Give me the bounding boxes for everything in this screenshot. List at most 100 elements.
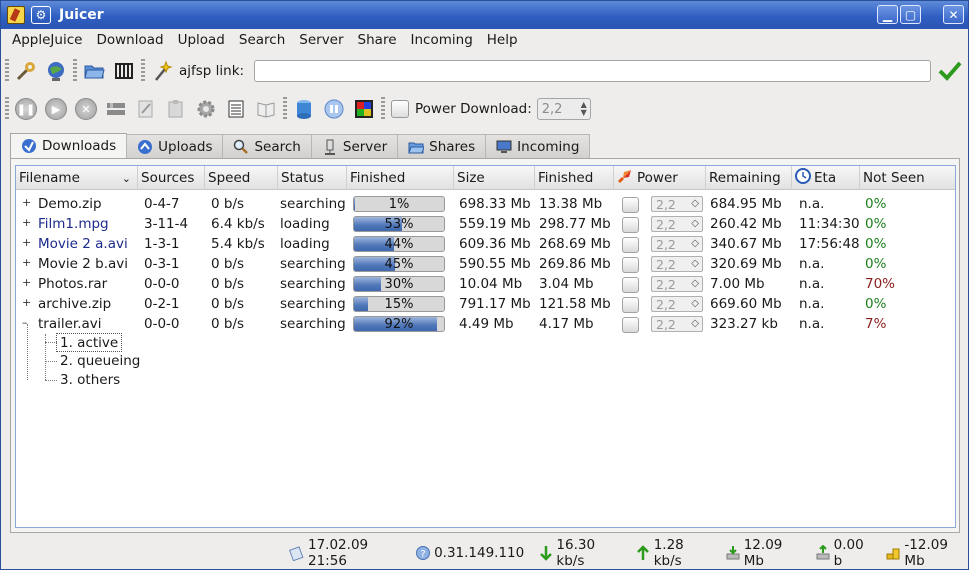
- col-eta[interactable]: Eta: [792, 166, 860, 190]
- book-icon[interactable]: [253, 96, 279, 122]
- menu-help[interactable]: Help: [480, 32, 525, 48]
- ajfsp-link-input[interactable]: [254, 60, 931, 82]
- power-spinbox[interactable]: 2,2 ◇: [651, 256, 703, 272]
- table-row[interactable]: + Film1.mpg 3-11-4 6.4 kb/s loading 53% 559.19…: [16, 214, 955, 234]
- network-globe-icon[interactable]: [43, 58, 69, 84]
- cancel-icon[interactable]: ✕: [75, 98, 97, 120]
- expand-icon[interactable]: +: [22, 197, 32, 208]
- subitem-others[interactable]: 3. others: [60, 372, 120, 388]
- power-checkbox[interactable]: [622, 297, 639, 313]
- expand-icon[interactable]: +: [22, 217, 32, 228]
- tab-server[interactable]: Server: [310, 134, 399, 158]
- menu-applejuice[interactable]: AppleJuice: [5, 32, 89, 48]
- pause-circle-icon[interactable]: [321, 96, 347, 122]
- col-remaining[interactable]: Remaining: [706, 166, 792, 190]
- tab-search[interactable]: Search: [222, 134, 312, 158]
- power-checkbox[interactable]: [622, 317, 639, 333]
- col-label: Power: [637, 170, 678, 186]
- toolbar-grip[interactable]: [5, 97, 9, 121]
- window-menu-icon[interactable]: ⚙: [31, 6, 51, 24]
- tab-incoming[interactable]: Incoming: [485, 134, 591, 158]
- col-filename[interactable]: Filename ⌄: [16, 166, 138, 190]
- col-not-seen[interactable]: Not Seen: [860, 166, 955, 190]
- spin-diamond-icon[interactable]: ◇: [691, 278, 699, 289]
- table-row[interactable]: + Movie 2 a.avi 1-3-1 5.4 kb/s loading 44% 609…: [16, 234, 955, 254]
- list-icon[interactable]: [223, 96, 249, 122]
- cell-name: Movie 2 b.avi: [38, 256, 128, 272]
- table-row[interactable]: + Demo.zip 0-4-7 0 b/s searching 1% 698.33 Mb 1…: [16, 194, 955, 214]
- toolbar-grip[interactable]: [283, 97, 287, 121]
- tab-shares[interactable]: Shares: [397, 134, 487, 158]
- power-download-checkbox[interactable]: [391, 100, 409, 118]
- table-row[interactable]: – trailer.avi 0-0-0 0 b/s searching 92% 4.49 M…: [16, 314, 955, 334]
- power-spinbox[interactable]: 2,2 ◇: [651, 276, 703, 292]
- open-folder-icon[interactable]: [81, 58, 107, 84]
- minimize-button[interactable]: ▁: [877, 5, 898, 24]
- toolbar-grip[interactable]: [381, 97, 385, 121]
- power-spinbox[interactable]: 2,2 ◇: [651, 216, 703, 232]
- menu-upload[interactable]: Upload: [171, 32, 232, 48]
- resume-icon[interactable]: ▶: [45, 98, 67, 120]
- tab-uploads[interactable]: Uploads: [126, 134, 224, 158]
- power-checkbox[interactable]: [622, 217, 639, 233]
- menu-server[interactable]: Server: [292, 32, 350, 48]
- power-download-spinbox[interactable]: 2,2 ▲ ▼: [536, 98, 591, 120]
- gear-icon[interactable]: [193, 96, 219, 122]
- col-size[interactable]: Size: [454, 166, 535, 190]
- magic-wand-icon[interactable]: [149, 58, 175, 84]
- menu-search[interactable]: Search: [232, 32, 292, 48]
- subitem-active[interactable]: 1. active: [56, 333, 123, 352]
- finished-progress-bar: 1%: [353, 196, 445, 212]
- maximize-button[interactable]: ▢: [900, 5, 921, 24]
- spin-diamond-icon[interactable]: ◇: [691, 298, 699, 309]
- toolbar-grip[interactable]: [141, 59, 145, 83]
- power-spinbox[interactable]: 2,2 ◇: [651, 296, 703, 312]
- spin-diamond-icon[interactable]: ◇: [691, 218, 699, 229]
- tab-downloads[interactable]: Downloads: [10, 133, 128, 158]
- close-button[interactable]: ✕: [943, 5, 964, 24]
- spin-diamond-icon[interactable]: ◇: [691, 318, 699, 329]
- columns-icon[interactable]: [111, 58, 137, 84]
- settings-tools-icon[interactable]: [13, 58, 39, 84]
- table-row[interactable]: + Movie 2 b.avi 0-3-1 0 b/s searching 45% 590.…: [16, 254, 955, 274]
- partlist-icon[interactable]: [103, 96, 129, 122]
- expand-icon[interactable]: +: [22, 237, 32, 248]
- power-checkbox[interactable]: [622, 277, 639, 293]
- col-status[interactable]: Status: [278, 166, 347, 190]
- col-sources[interactable]: Sources: [138, 166, 205, 190]
- power-checkbox[interactable]: [622, 237, 639, 253]
- spin-diamond-icon[interactable]: ◇: [691, 258, 699, 269]
- spin-diamond-icon[interactable]: ◇: [691, 198, 699, 209]
- toolbar-grip[interactable]: [73, 59, 77, 83]
- expand-icon[interactable]: +: [22, 297, 32, 308]
- power-checkbox[interactable]: [622, 257, 639, 273]
- menu-incoming[interactable]: Incoming: [404, 32, 480, 48]
- status-down-text: 16.30 kb/s: [556, 537, 596, 569]
- database-icon[interactable]: [291, 96, 317, 122]
- col-speed[interactable]: Speed: [205, 166, 278, 190]
- table-row[interactable]: + Photos.rar 0-0-0 0 b/s searching 30% 10.04 M…: [16, 274, 955, 294]
- pause-icon[interactable]: ❚❚: [15, 98, 37, 120]
- checkmark-icon[interactable]: [938, 60, 962, 82]
- toolbar-grip[interactable]: [5, 59, 9, 83]
- expand-icon[interactable]: +: [22, 277, 32, 288]
- power-spinbox[interactable]: 2,2 ◇: [651, 236, 703, 252]
- clipboard-icon[interactable]: [163, 96, 189, 122]
- col-power[interactable]: Power: [614, 166, 706, 190]
- col-finished-pct[interactable]: Finished: [347, 166, 454, 190]
- power-spinbox[interactable]: 2,2 ◇: [651, 316, 703, 332]
- spin-diamond-icon[interactable]: ◇: [691, 238, 699, 249]
- downloads-panel: Filename ⌄ Sources Speed Status Finished …: [10, 158, 960, 533]
- menu-share[interactable]: Share: [351, 32, 404, 48]
- power-checkbox[interactable]: [622, 197, 639, 213]
- power-spinbox[interactable]: 2,2 ◇: [651, 196, 703, 212]
- col-finished[interactable]: Finished: [535, 166, 614, 190]
- rename-icon[interactable]: [133, 96, 159, 122]
- subitem-queueing[interactable]: 2. queueing: [60, 353, 140, 369]
- spin-arrows-icon[interactable]: ▲ ▼: [581, 101, 587, 117]
- color-grid-icon[interactable]: [351, 96, 377, 122]
- menu-download[interactable]: Download: [89, 32, 170, 48]
- expand-icon[interactable]: +: [22, 257, 32, 268]
- table-row[interactable]: + archive.zip 0-2-1 0 b/s searching 15% 791.17…: [16, 294, 955, 314]
- col-label: Size: [457, 170, 485, 186]
